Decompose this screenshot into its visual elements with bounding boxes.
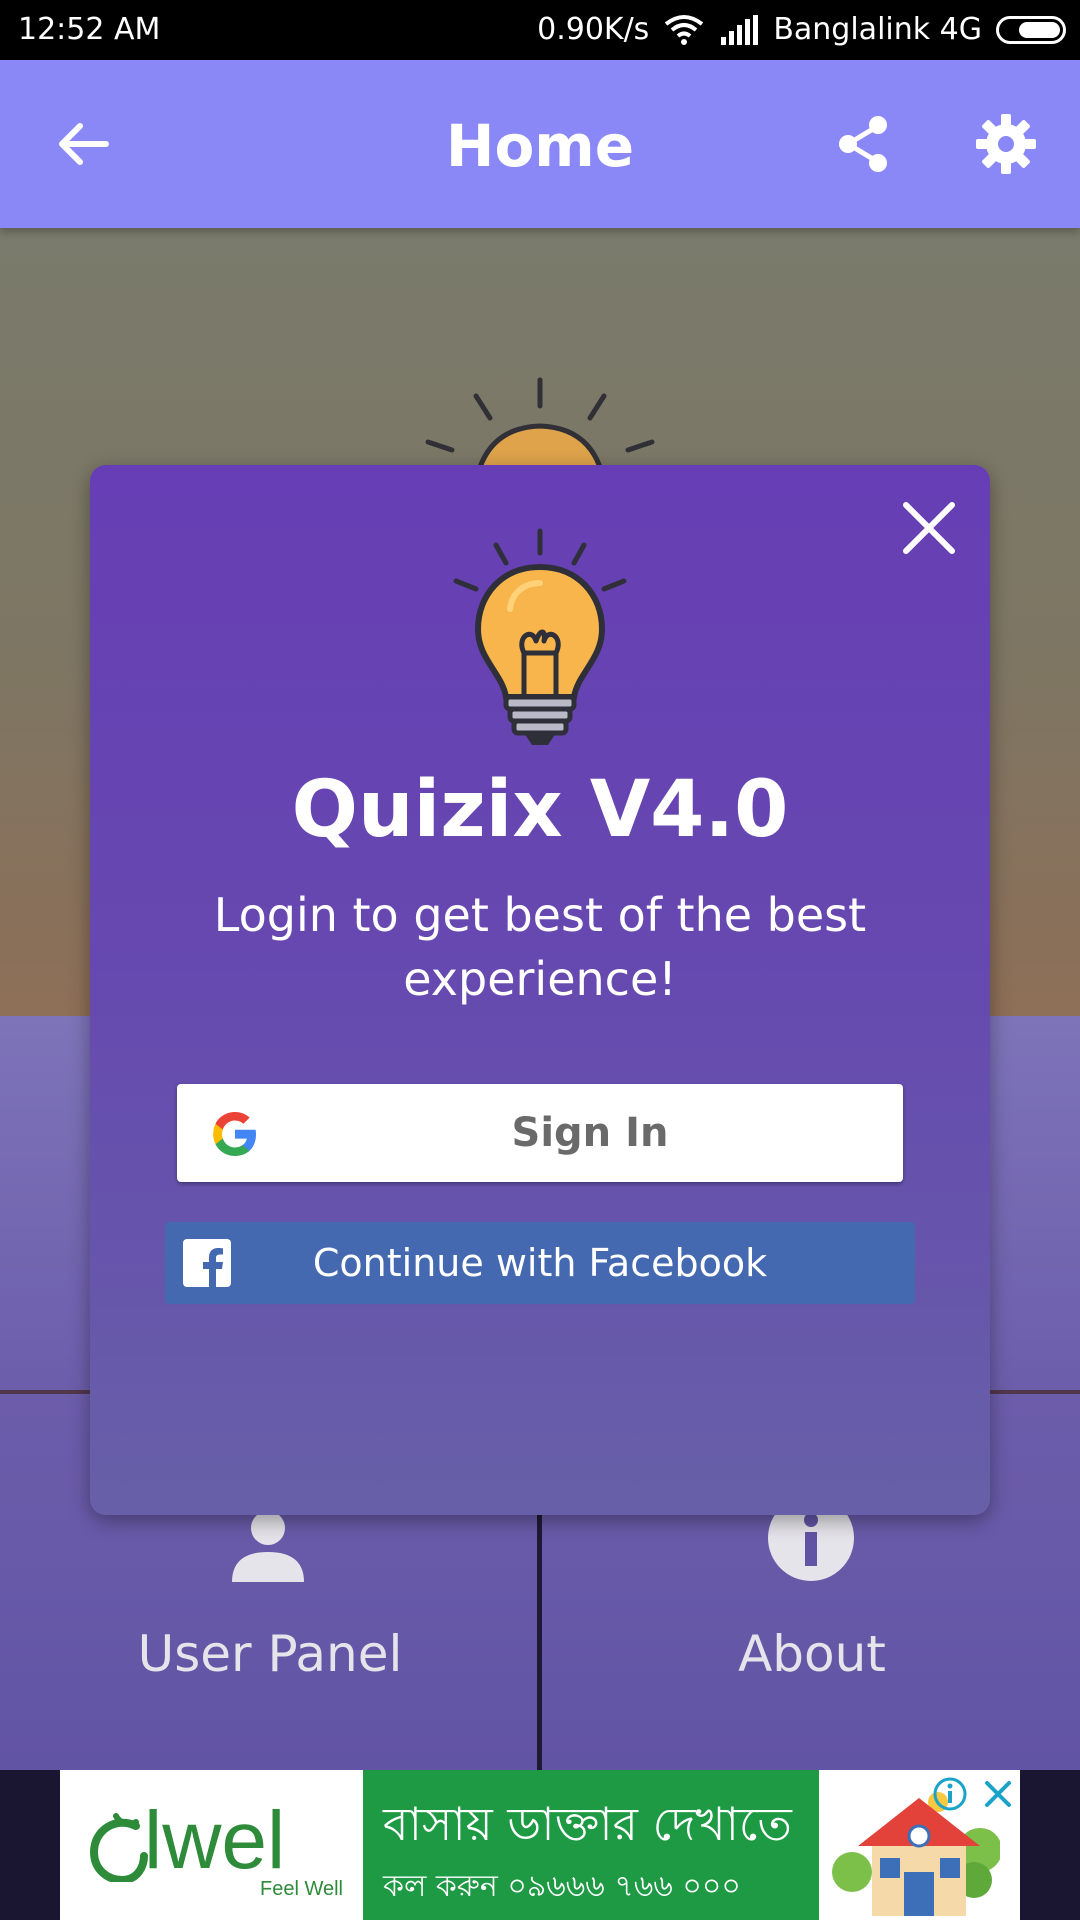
ad-logo: lwel Feel Well [60, 1770, 363, 1920]
ad-tagline: Feel Well [260, 1878, 343, 1900]
gear-icon[interactable] [974, 112, 1038, 176]
close-icon[interactable] [900, 499, 958, 557]
ad-banner[interactable]: lwel Feel Well বাসায় ডাক্তার দেখাতে কল … [60, 1770, 1020, 1920]
carrier-name: Banglalink 4G [773, 12, 982, 47]
status-bar: 12:52 AM 0.90K/s Banglalink 4G [0, 0, 1080, 60]
net-speed: 0.90K/s [537, 12, 650, 47]
app-bar: Home [0, 60, 1080, 228]
signal-icon [721, 14, 759, 45]
lightbulb-icon [453, 528, 627, 745]
google-sign-in-button[interactable]: Sign In [177, 1084, 903, 1182]
ad-phone: কল করুন ০৯৬৬৬ ৭৬৬ ০০০ [383, 1869, 741, 1904]
login-dialog: Quizix V4.0 Login to get best of the bes… [90, 465, 990, 1515]
page-title: Home [445, 112, 635, 180]
google-icon [213, 1112, 256, 1156]
wifi-icon [665, 14, 704, 45]
ad-brand: lwel [144, 1795, 286, 1886]
ad-bar: lwel Feel Well বাসায় ডাক্তার দেখাতে কল … [0, 1770, 1080, 1920]
ad-info-icon[interactable] [932, 1776, 968, 1812]
facebook-login-button[interactable]: Continue with Facebook [165, 1222, 915, 1304]
status-right: 0.90K/s Banglalink 4G [537, 12, 1066, 47]
share-icon[interactable] [832, 112, 896, 176]
ad-headline: বাসায় ডাক্তার দেখাতে [383, 1797, 792, 1851]
house-icon [832, 1792, 1000, 1916]
ad-close-icon[interactable] [980, 1776, 1016, 1812]
ad-message: বাসায় ডাক্তার দেখাতে কল করুন ০৯৬৬৬ ৭৬৬ … [363, 1770, 819, 1920]
facebook-login-label: Continue with Facebook [312, 1241, 768, 1285]
dialog-title: Quizix V4.0 [291, 765, 789, 855]
status-time: 12:52 AM [18, 12, 161, 47]
dialog-subtitle: Login to get best of the best experience… [213, 888, 867, 1006]
google-sign-in-label: Sign In [511, 1110, 669, 1156]
ad-brand-mark [89, 1813, 148, 1882]
battery-icon [996, 15, 1066, 44]
